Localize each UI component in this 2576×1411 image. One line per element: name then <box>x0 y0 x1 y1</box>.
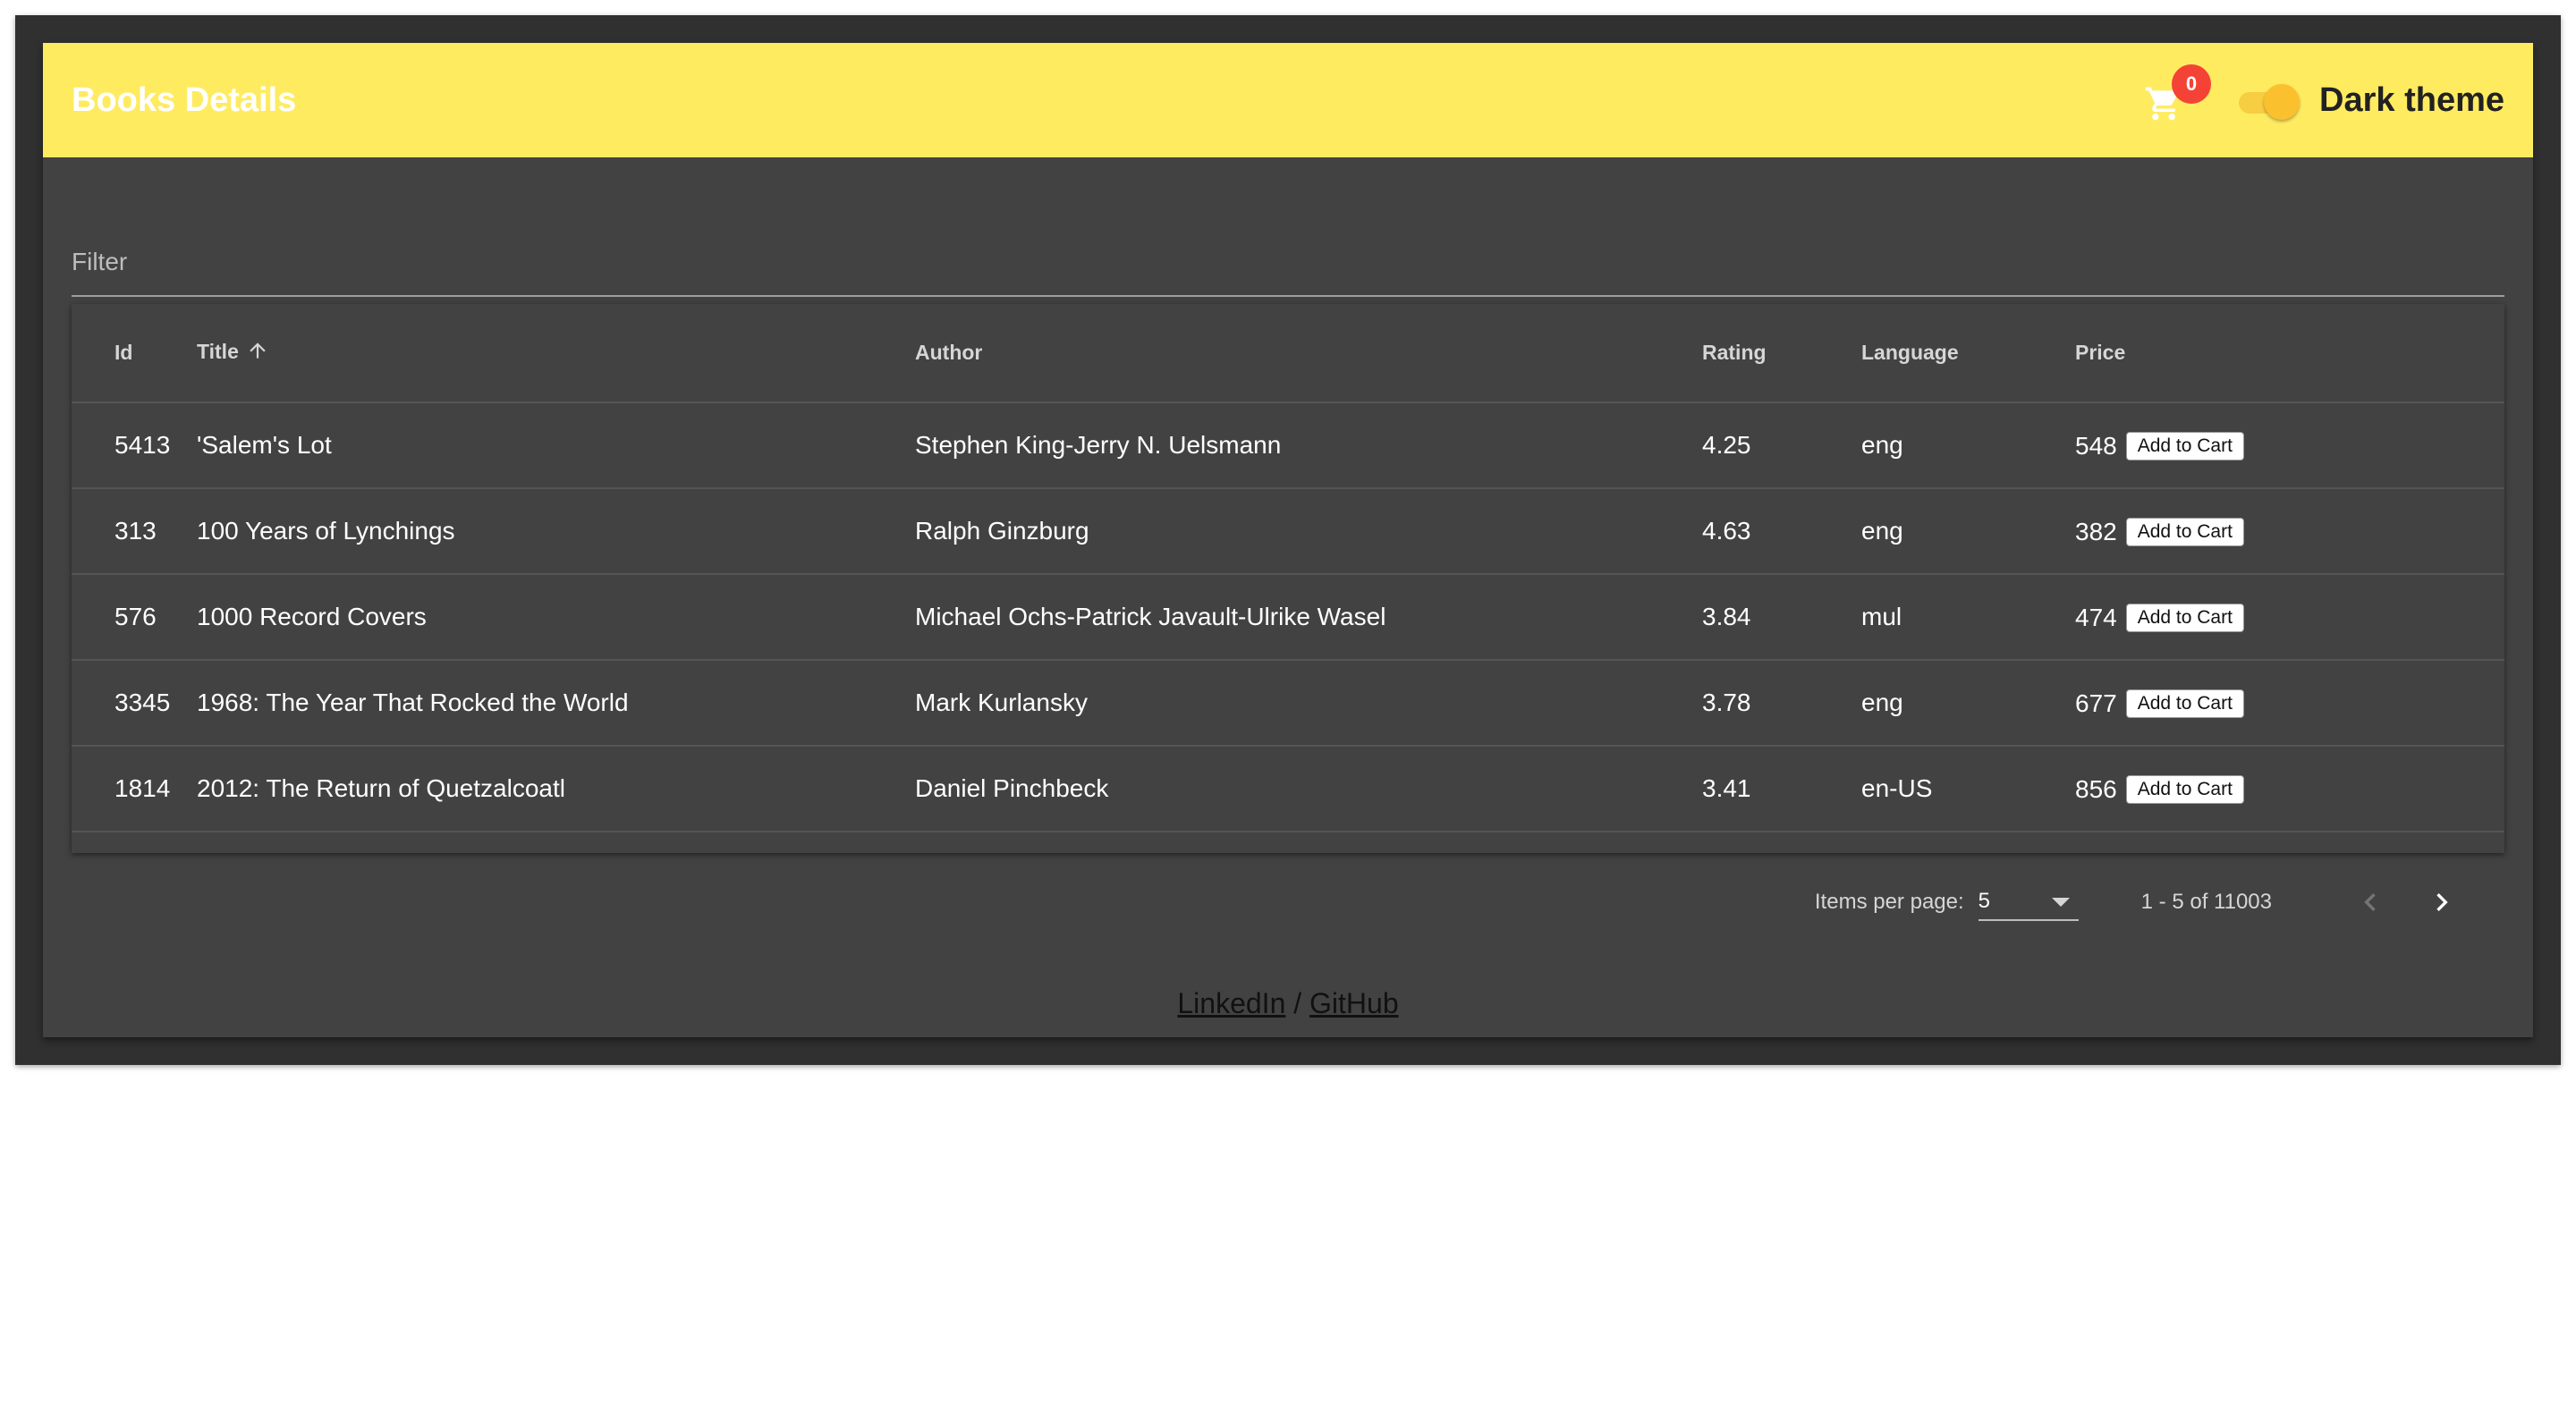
table-row: 3345 1968: The Year That Rocked the Worl… <box>72 660 2504 747</box>
column-header-label: Language <box>1861 341 1959 364</box>
column-header-price[interactable]: Price <box>2075 304 2504 403</box>
column-header-title[interactable]: Title <box>197 304 915 403</box>
column-header-rating[interactable]: Rating <box>1702 304 1861 403</box>
column-header-label: Price <box>2075 341 2126 364</box>
items-per-page-label: Items per page: <box>1814 890 1964 914</box>
filter-field <box>72 231 2504 297</box>
paginator: Items per page: 5 1 - 5 of 11003 <box>72 853 2504 951</box>
footer: LinkedIn / GitHub <box>43 987 2533 1020</box>
page-range-label: 1 - 5 of 11003 <box>2140 890 2272 914</box>
app-frame: Books Details 0 Dark theme Id T <box>15 15 2561 1065</box>
price-value: 856 <box>2075 774 2117 803</box>
column-header-label: Author <box>915 341 983 364</box>
cell-language: eng <box>1861 660 2075 747</box>
cell-title: 1000 Record Covers <box>197 574 915 661</box>
dropdown-caret-icon <box>2051 898 2070 907</box>
chevron-right-icon <box>2436 893 2448 911</box>
books-card: Books Details 0 Dark theme Id T <box>43 43 2533 1037</box>
column-header-author[interactable]: Author <box>915 304 1702 403</box>
toolbar: Books Details 0 Dark theme <box>43 43 2533 157</box>
column-header-id[interactable]: Id <box>72 304 197 403</box>
cell-rating: 4.25 <box>1702 402 1861 489</box>
cell-language: eng <box>1861 488 2075 575</box>
cell-author: Stephen King-Jerry N. Uelsmann <box>915 402 1702 489</box>
table-header-row: Id Title Author Rating Language Price <box>72 304 2504 403</box>
books-table: Id Title Author Rating Language Price 54… <box>72 304 2504 853</box>
price-value: 474 <box>2075 603 2117 631</box>
linkedin-link[interactable]: LinkedIn <box>1177 987 1285 1019</box>
cell-id: 3345 <box>72 660 197 747</box>
column-header-label: Rating <box>1702 341 1767 364</box>
dark-theme-toggle[interactable] <box>2235 80 2301 120</box>
column-header-language[interactable]: Language <box>1861 304 2075 403</box>
add-to-cart-button[interactable]: Add to Cart <box>2125 774 2244 804</box>
price-value: 382 <box>2075 517 2117 545</box>
cell-author: Mark Kurlansky <box>915 660 1702 747</box>
table-row: 5413 'Salem's Lot Stephen King-Jerry N. … <box>72 402 2504 489</box>
column-header-label: Title <box>197 339 239 363</box>
filter-input[interactable] <box>72 240 2504 284</box>
footer-separator: / <box>1293 987 1302 1019</box>
cell-language: en-US <box>1861 746 2075 832</box>
cell-author: Ralph Ginzburg <box>915 488 1702 575</box>
add-to-cart-button[interactable]: Add to Cart <box>2125 517 2244 546</box>
cell-price: 548 Add to Cart <box>2075 402 2504 489</box>
items-per-page-select[interactable]: 5 <box>1978 883 2079 921</box>
column-header-label: Id <box>114 341 133 364</box>
add-to-cart-button[interactable]: Add to Cart <box>2125 689 2244 718</box>
cell-price: 677 Add to Cart <box>2075 660 2504 747</box>
cell-title: 'Salem's Lot <box>197 402 915 489</box>
cart-button[interactable]: 0 <box>2139 64 2212 127</box>
cell-author: Michael Ochs-Patrick Javault-Ulrike Wase… <box>915 574 1702 661</box>
cell-title: 100 Years of Lynchings <box>197 488 915 575</box>
cell-id: 1814 <box>72 746 197 832</box>
arrow-up-icon <box>246 339 269 368</box>
table-row: 313 100 Years of Lynchings Ralph Ginzbur… <box>72 488 2504 575</box>
table-row: 1814 2012: The Return of Quetzalcoatl Da… <box>72 746 2504 832</box>
cell-id: 313 <box>72 488 197 575</box>
cell-title: 1968: The Year That Rocked the World <box>197 660 915 747</box>
dark-theme-label: Dark theme <box>2319 80 2504 119</box>
price-value: 548 <box>2075 431 2117 460</box>
app-title: Books Details <box>72 80 297 119</box>
cell-language: mul <box>1861 574 2075 661</box>
github-link[interactable]: GitHub <box>1309 987 1399 1019</box>
cell-author: Daniel Pinchbeck <box>915 746 1702 832</box>
cell-price: 382 Add to Cart <box>2075 488 2504 575</box>
table-row: 576 1000 Record Covers Michael Ochs-Patr… <box>72 574 2504 661</box>
items-per-page-value: 5 <box>1978 889 1991 913</box>
cell-id: 576 <box>72 574 197 661</box>
cell-rating: 3.84 <box>1702 574 1861 661</box>
cell-price: 474 Add to Cart <box>2075 574 2504 661</box>
previous-page-button[interactable] <box>2334 866 2406 938</box>
cell-price: 856 Add to Cart <box>2075 746 2504 832</box>
cell-title: 2012: The Return of Quetzalcoatl <box>197 746 915 832</box>
cell-rating: 4.63 <box>1702 488 1861 575</box>
add-to-cart-button[interactable]: Add to Cart <box>2125 603 2244 632</box>
add-to-cart-button[interactable]: Add to Cart <box>2125 431 2244 460</box>
cell-id: 5413 <box>72 402 197 489</box>
cell-rating: 3.41 <box>1702 746 1861 832</box>
next-page-button[interactable] <box>2406 866 2478 938</box>
chevron-left-icon <box>2364 893 2376 911</box>
price-value: 677 <box>2075 689 2117 717</box>
cart-count-badge: 0 <box>2172 64 2212 104</box>
cell-rating: 3.78 <box>1702 660 1861 747</box>
cell-language: eng <box>1861 402 2075 489</box>
toggle-thumb[interactable] <box>2264 84 2301 120</box>
